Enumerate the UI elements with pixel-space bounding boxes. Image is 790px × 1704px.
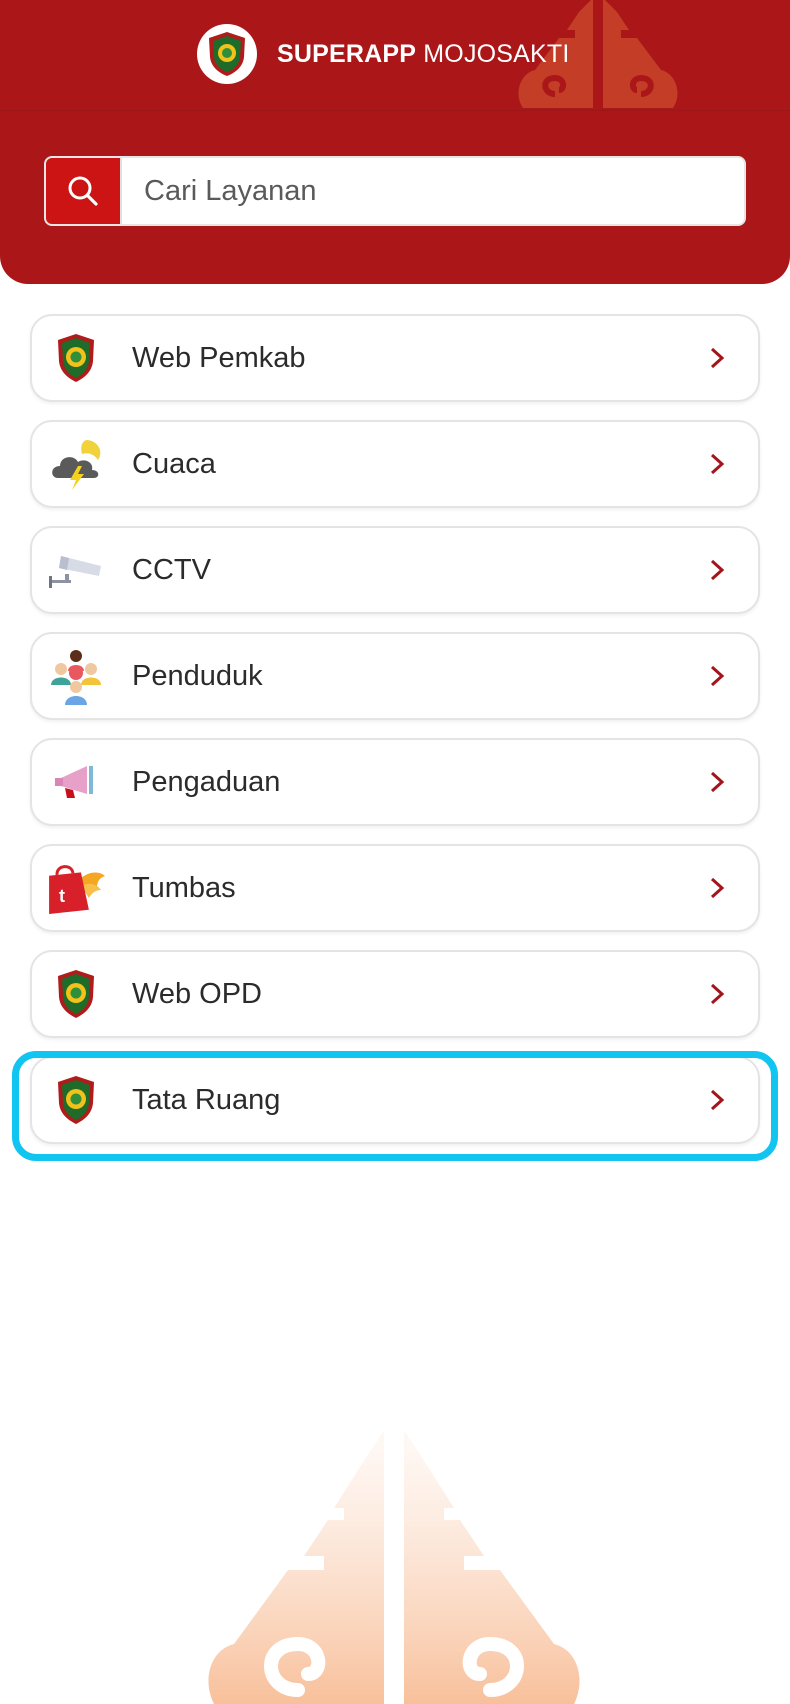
bottom-ornament-icon <box>208 1430 580 1704</box>
menu-item-penduduk[interactable]: Penduduk <box>30 632 760 720</box>
menu-item-label: Tata Ruang <box>132 1083 281 1116</box>
menu-item-label: Web OPD <box>132 977 263 1010</box>
service-list: Web Pemkab Cuaca CCTV Penduduk Pengaduan… <box>30 314 760 1162</box>
menu-item-web-opd[interactable]: Web OPD <box>30 950 760 1038</box>
search-bar <box>44 156 746 226</box>
megaphone-icon <box>46 752 106 812</box>
population-icon <box>46 646 106 706</box>
mojokerto-emblem-icon <box>209 32 245 76</box>
app-title-regular: MOJOSAKTI <box>416 39 570 68</box>
app-title-bold: SUPERAPP <box>277 39 417 68</box>
shopping-bag-icon: t <box>46 858 106 918</box>
chevron-right-icon <box>710 347 725 369</box>
app-header: SUPERAPP MOJOSAKTI <box>0 0 790 284</box>
brand: SUPERAPP MOJOSAKTI <box>197 24 570 84</box>
menu-item-label: Pengaduan <box>132 765 281 798</box>
menu-item-web-pemkab[interactable]: Web Pemkab <box>30 314 760 402</box>
cctv-camera-icon <box>46 540 106 600</box>
search-input[interactable] <box>122 158 744 224</box>
menu-item-label: Cuaca <box>132 447 216 480</box>
chevron-right-icon <box>710 983 725 1005</box>
chevron-right-icon <box>710 453 725 475</box>
chevron-right-icon <box>710 665 725 687</box>
header-divider <box>0 110 790 111</box>
weather-storm-icon <box>46 434 106 494</box>
chevron-right-icon <box>710 877 725 899</box>
chevron-right-icon <box>710 771 725 793</box>
menu-item-label: Tumbas <box>132 871 236 904</box>
menu-item-label: CCTV <box>132 553 211 586</box>
chevron-right-icon <box>710 1089 725 1111</box>
menu-item-cctv[interactable]: CCTV <box>30 526 760 614</box>
menu-item-label: Web Pemkab <box>132 341 306 374</box>
search-icon <box>68 176 98 206</box>
app-title: SUPERAPP MOJOSAKTI <box>277 40 570 69</box>
emblem-icon <box>46 964 106 1024</box>
app-screen: SUPERAPP MOJOSAKTI W <box>0 0 790 1704</box>
emblem-icon <box>46 1070 106 1130</box>
menu-item-tumbas[interactable]: t Tumbas <box>30 844 760 932</box>
menu-item-label: Penduduk <box>132 659 263 692</box>
brand-logo <box>197 24 257 84</box>
menu-item-tata-ruang[interactable]: Tata Ruang <box>30 1056 760 1144</box>
emblem-icon <box>46 328 106 388</box>
svg-text:t: t <box>59 886 65 906</box>
search-button[interactable] <box>46 158 122 224</box>
chevron-right-icon <box>710 559 725 581</box>
menu-item-cuaca[interactable]: Cuaca <box>30 420 760 508</box>
menu-item-pengaduan[interactable]: Pengaduan <box>30 738 760 826</box>
